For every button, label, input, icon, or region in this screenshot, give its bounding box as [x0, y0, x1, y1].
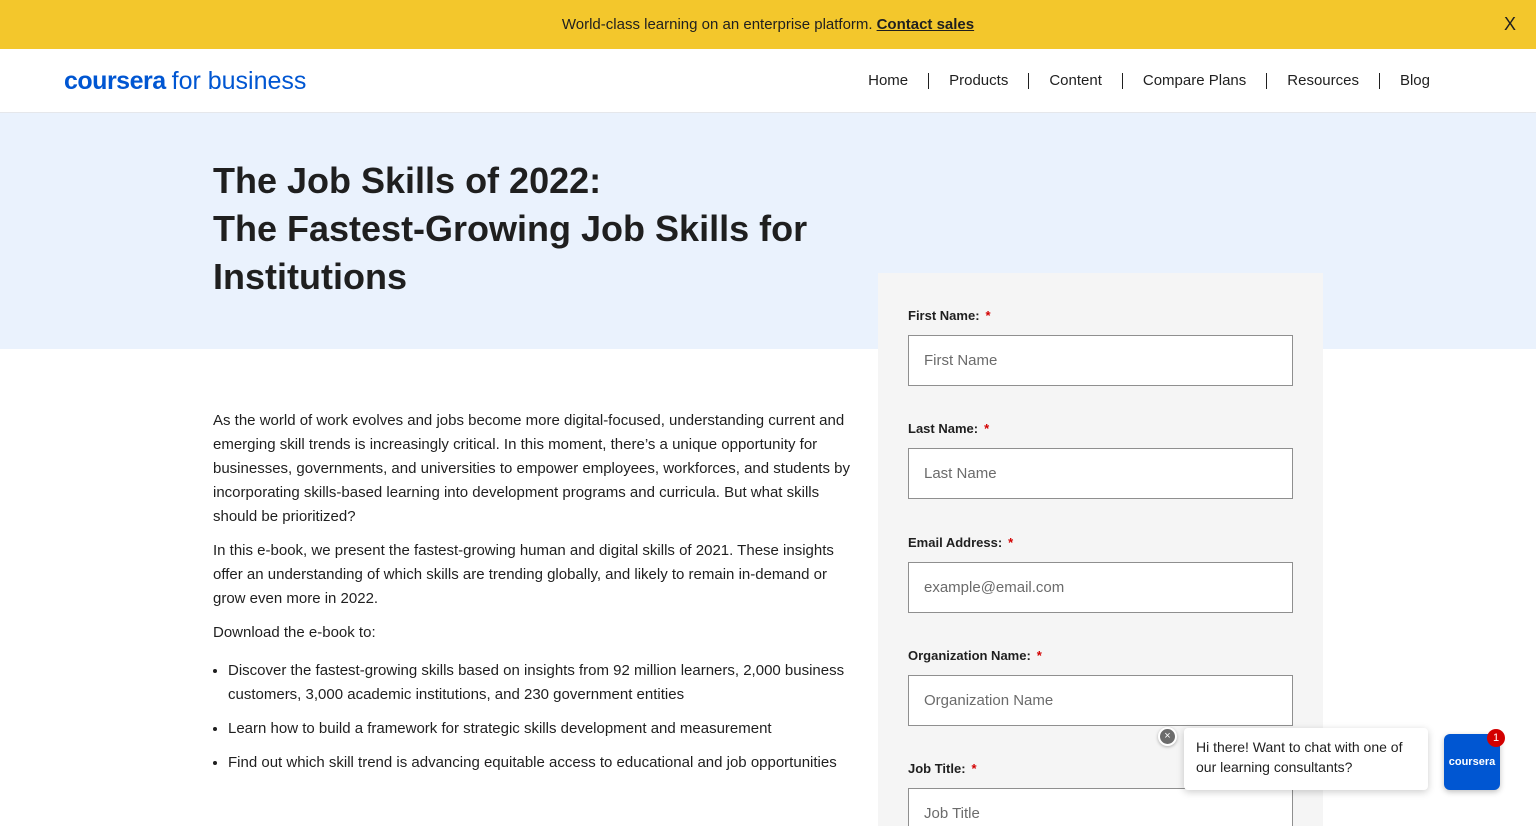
unread-count-badge: 1: [1487, 729, 1505, 747]
last-name-label: Last Name: *: [908, 419, 1293, 439]
promo-banner: World-class learning on an enterprise pl…: [0, 0, 1536, 49]
banner-close-button[interactable]: X: [1504, 14, 1516, 35]
ebook-paragraph: In this e-book, we present the fastest-g…: [213, 542, 834, 607]
organization-label-text: Organization Name:: [908, 648, 1031, 663]
required-marker: *: [985, 308, 991, 323]
page-title: The Job Skills of 2022: The Fastest-Grow…: [213, 157, 813, 301]
required-marker: *: [1008, 535, 1014, 550]
email-label: Email Address: *: [908, 533, 1293, 553]
organization-input[interactable]: [908, 675, 1293, 726]
benefits-list: Discover the fastest-growing skills base…: [213, 659, 853, 775]
chat-prompt-bubble[interactable]: Hi there! Want to chat with one of our l…: [1184, 728, 1428, 790]
job-title-input[interactable]: [908, 788, 1293, 826]
chat-close-icon[interactable]: ×: [1158, 727, 1177, 746]
last-name-input[interactable]: [908, 448, 1293, 499]
organization-field-group: Organization Name: *: [908, 646, 1293, 726]
nav-compare-plans[interactable]: Compare Plans: [1121, 73, 1266, 89]
required-marker: *: [1036, 648, 1042, 663]
last-name-field-group: Last Name: *: [908, 419, 1293, 499]
email-label-text: Email Address:: [908, 535, 1003, 550]
logo-wordmark: coursera: [64, 67, 166, 95]
banner-text: World-class learning on an enterprise pl…: [561, 16, 873, 33]
email-input[interactable]: [908, 562, 1293, 613]
page-title-line-2: The Fastest-Growing Job Skills for Insti…: [213, 208, 808, 297]
site-header: coursera for business Home Products Cont…: [0, 49, 1536, 113]
coursera-for-business-logo[interactable]: coursera for business: [64, 65, 306, 97]
required-marker: *: [984, 421, 990, 436]
job-title-label-text: Job Title:: [908, 761, 966, 776]
logo-subtitle: for business: [171, 67, 307, 95]
contact-sales-link[interactable]: Contact sales: [877, 16, 975, 33]
nav-products[interactable]: Products: [928, 73, 1028, 89]
main-nav: Home Products Content Compare Plans Reso…: [848, 49, 1450, 113]
required-marker: *: [971, 761, 977, 776]
list-item: Find out which skill trend is advancing …: [228, 751, 853, 775]
chat-launcher-logo: coursera: [1448, 756, 1496, 768]
list-item: Discover the fastest-growing skills base…: [228, 659, 853, 707]
intro-paragraph: As the world of work evolves and jobs be…: [213, 412, 850, 525]
list-item: Learn how to build a framework for strat…: [228, 717, 853, 741]
page-title-line-1: The Job Skills of 2022:: [213, 160, 602, 201]
nav-blog[interactable]: Blog: [1378, 73, 1450, 89]
email-field-group: Email Address: *: [908, 533, 1293, 613]
nav-home[interactable]: Home: [848, 73, 928, 89]
article-body: As the world of work evolves and jobs be…: [213, 409, 853, 785]
organization-label: Organization Name: *: [908, 646, 1293, 666]
last-name-label-text: Last Name:: [908, 421, 979, 436]
first-name-input[interactable]: [908, 335, 1293, 386]
first-name-field-group: First Name: *: [908, 306, 1293, 386]
download-intro: Download the e-book to:: [213, 624, 376, 641]
first-name-label: First Name: *: [908, 306, 1293, 326]
first-name-label-text: First Name:: [908, 308, 980, 323]
nav-resources[interactable]: Resources: [1266, 73, 1379, 89]
nav-content[interactable]: Content: [1028, 73, 1122, 89]
